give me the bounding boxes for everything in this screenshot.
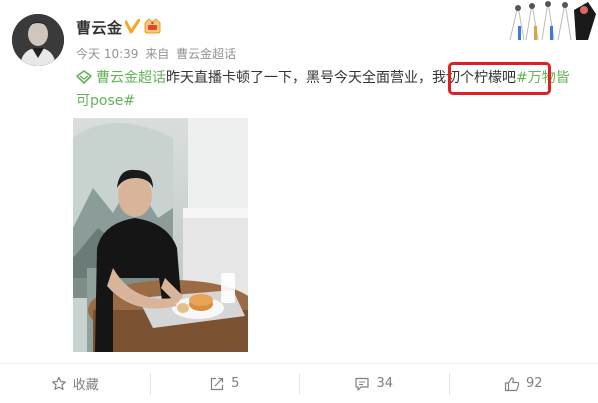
vip-badge-icon[interactable]: [143, 17, 162, 35]
comment-icon: [355, 377, 370, 391]
comment-count: 34: [376, 376, 394, 391]
post-time[interactable]: 今天 10:39: [76, 47, 138, 61]
post-image[interactable]: [73, 118, 248, 352]
corner-decoration: [508, 0, 598, 42]
repost-button[interactable]: 5: [149, 364, 300, 403]
author-name[interactable]: 曹云金: [76, 17, 123, 38]
post-source[interactable]: 曹云金超话: [176, 47, 236, 61]
super-topic-icon: [76, 70, 92, 84]
repost-icon: [211, 377, 224, 390]
post-body-text: 昨天直播卡顿了一下，黑号今天全面营业，: [166, 70, 432, 86]
super-topic-link[interactable]: 曹云金超话: [96, 70, 166, 86]
verified-icon: [125, 19, 140, 34]
repost-count: 5: [231, 376, 240, 391]
comment-button[interactable]: 34: [299, 364, 449, 403]
hashtag-link-part2[interactable]: 可pose#: [76, 90, 135, 113]
favorite-button[interactable]: 收藏: [0, 364, 150, 403]
highlight-annotation-box: [448, 62, 551, 95]
post-meta: 今天 10:39 来自 曹云金超话: [76, 45, 239, 62]
favorite-label: 收藏: [72, 378, 99, 393]
thumbs-up-icon: [504, 376, 520, 391]
from-prefix: 来自: [145, 47, 170, 61]
avatar[interactable]: [12, 14, 64, 66]
like-count: 92: [525, 376, 543, 391]
like-button[interactable]: 92: [448, 364, 598, 403]
action-bar: 收藏 5 34 92: [0, 363, 598, 403]
star-icon: [51, 376, 66, 390]
